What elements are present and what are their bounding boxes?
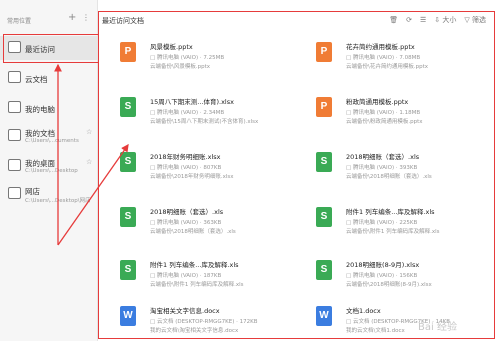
arrow-to-main [57,143,129,246]
watermark: Bai 经验 [418,322,457,333]
annotation-arrows [54,63,129,246]
